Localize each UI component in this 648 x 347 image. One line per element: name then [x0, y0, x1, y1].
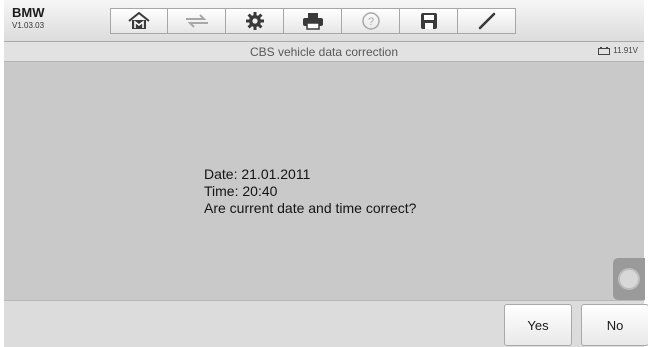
message-text: Date: 21.01.2011 Time: 20:40 Are current…: [204, 166, 416, 217]
bottom-action-bar: Yes No: [4, 300, 648, 347]
home-button[interactable]: [110, 8, 168, 34]
battery-icon: [598, 46, 611, 55]
battery-indicator: 11.91V: [598, 46, 638, 55]
gear-icon: [245, 12, 264, 30]
help-button[interactable]: ?: [342, 8, 400, 34]
page-title: CBS vehicle data correction: [249, 45, 399, 59]
settings-button[interactable]: [226, 8, 284, 34]
software-version: V1.03.03: [12, 21, 45, 30]
print-button[interactable]: [284, 8, 342, 34]
time-line: Time: 20:40: [204, 183, 278, 199]
vehicle-info: BMW V1.03.03: [12, 6, 45, 30]
confirmation-question: Are current date and time correct?: [204, 200, 417, 216]
save-button[interactable]: [400, 8, 458, 34]
title-bar: CBS vehicle data correction 11.91V: [4, 42, 644, 62]
circle-icon: [618, 268, 640, 290]
message-area: Date: 21.01.2011 Time: 20:40 Are current…: [4, 62, 645, 300]
save-icon: [420, 13, 437, 29]
home-icon: [128, 12, 150, 29]
vehicle-swap-button[interactable]: [168, 8, 226, 34]
top-toolbar: BMW V1.03.03 ?: [4, 0, 644, 42]
vehicle-make: BMW: [12, 5, 45, 20]
yes-button[interactable]: Yes: [504, 304, 572, 346]
print-icon: [302, 13, 323, 30]
app-window: BMW V1.03.03 ? CBS vehicle data correcti…: [4, 0, 648, 347]
no-button[interactable]: No: [581, 304, 648, 346]
pen-icon: [478, 12, 495, 30]
floating-assistive-button[interactable]: [613, 258, 645, 300]
svg-text:?: ?: [367, 16, 373, 28]
edit-button[interactable]: [458, 8, 516, 34]
battery-voltage: 11.91V: [613, 46, 638, 55]
help-icon: ?: [361, 12, 380, 30]
vehicle-swap-icon: [185, 14, 208, 28]
date-line: Date: 21.01.2011: [204, 166, 311, 182]
